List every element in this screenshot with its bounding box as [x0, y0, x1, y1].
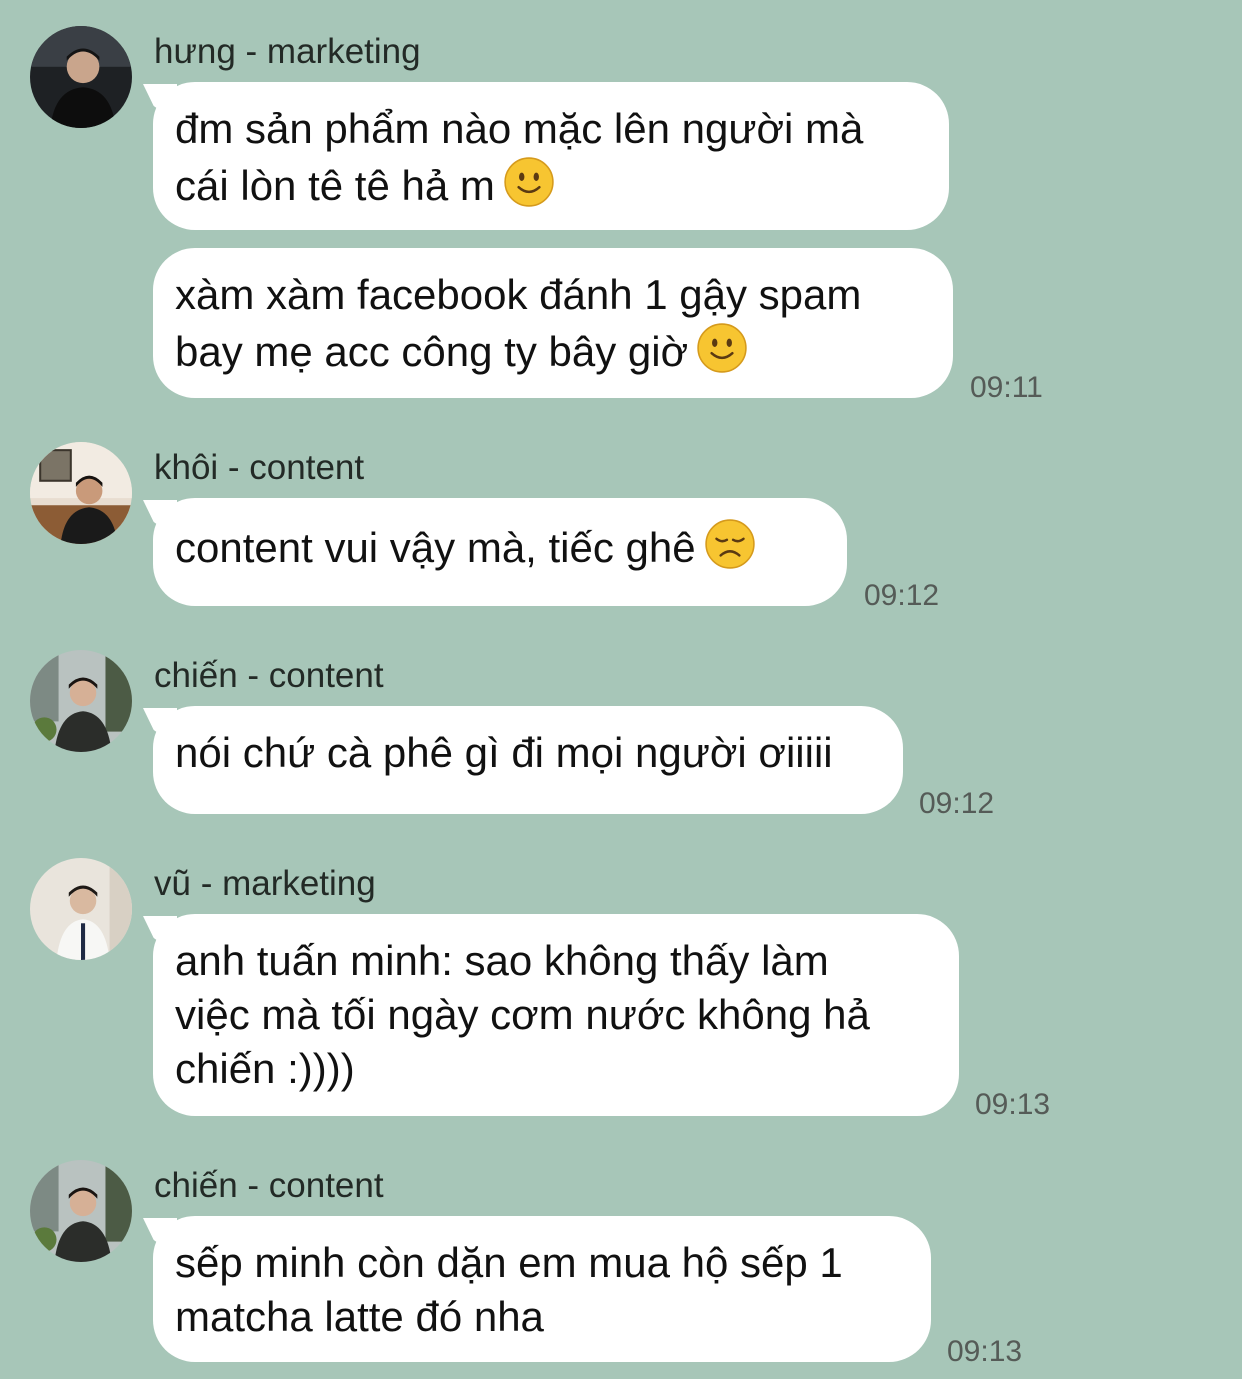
slightly-smiling-face-icon — [503, 156, 555, 208]
bubble-tail — [143, 916, 177, 944]
message-bubble[interactable]: xàm xàm facebook đánh 1 gậy spam bay mẹ … — [153, 248, 953, 398]
bubble-tail — [143, 1218, 177, 1246]
sender-name: khôi - content — [154, 448, 365, 487]
message-bubble[interactable]: anh tuấn minh: sao không thấy làm việc m… — [143, 914, 959, 1116]
message-timestamp: 09:12 — [919, 787, 995, 820]
disappointed-face-icon — [704, 518, 756, 570]
message-bubble[interactable]: đm sản phẩm nào mặc lên người mà cái lòn… — [143, 82, 949, 230]
message-bubble[interactable]: content vui vậy mà, tiếc ghê — [143, 498, 847, 606]
bubble-tail — [143, 500, 177, 528]
avatar-chien[interactable] — [30, 650, 132, 752]
message-timestamp: 09:13 — [947, 1335, 1023, 1368]
sender-name: chiến - content — [154, 656, 384, 695]
message-timestamp: 09:11 — [970, 371, 1043, 404]
avatar-khoi[interactable] — [30, 442, 132, 544]
bubble-tail — [143, 708, 177, 736]
bubble-tail — [143, 84, 177, 112]
avatar-vu[interactable] — [30, 858, 132, 960]
sender-name: vũ - marketing — [154, 864, 376, 903]
sender-name: hưng - marketing — [154, 32, 421, 71]
avatar-hung[interactable] — [30, 26, 132, 128]
message-text: xàm xàm facebook đánh 1 gậy spam bay mẹ … — [175, 271, 862, 375]
sender-name: chiến - content — [154, 1166, 384, 1205]
message-text: nói chứ cà phê gì đi mọi người ơiiiii — [175, 729, 833, 776]
message-timestamp: 09:13 — [975, 1088, 1051, 1121]
message-timestamp: 09:12 — [864, 579, 940, 612]
message-text: content vui vậy mà, tiếc ghê — [175, 524, 696, 571]
message-bubble[interactable]: nói chứ cà phê gì đi mọi người ơiiiii — [143, 706, 903, 814]
slightly-smiling-face-icon — [696, 322, 748, 374]
message-bubble[interactable]: sếp minh còn dặn em mua hộ sếp 1 matcha … — [143, 1216, 931, 1362]
message-text: sếp minh còn dặn em mua hộ sếp 1 matcha … — [175, 1239, 843, 1340]
avatar-chien[interactable] — [30, 1160, 132, 1262]
message-text: anh tuấn minh: sao không thấy làm việc m… — [175, 937, 870, 1092]
